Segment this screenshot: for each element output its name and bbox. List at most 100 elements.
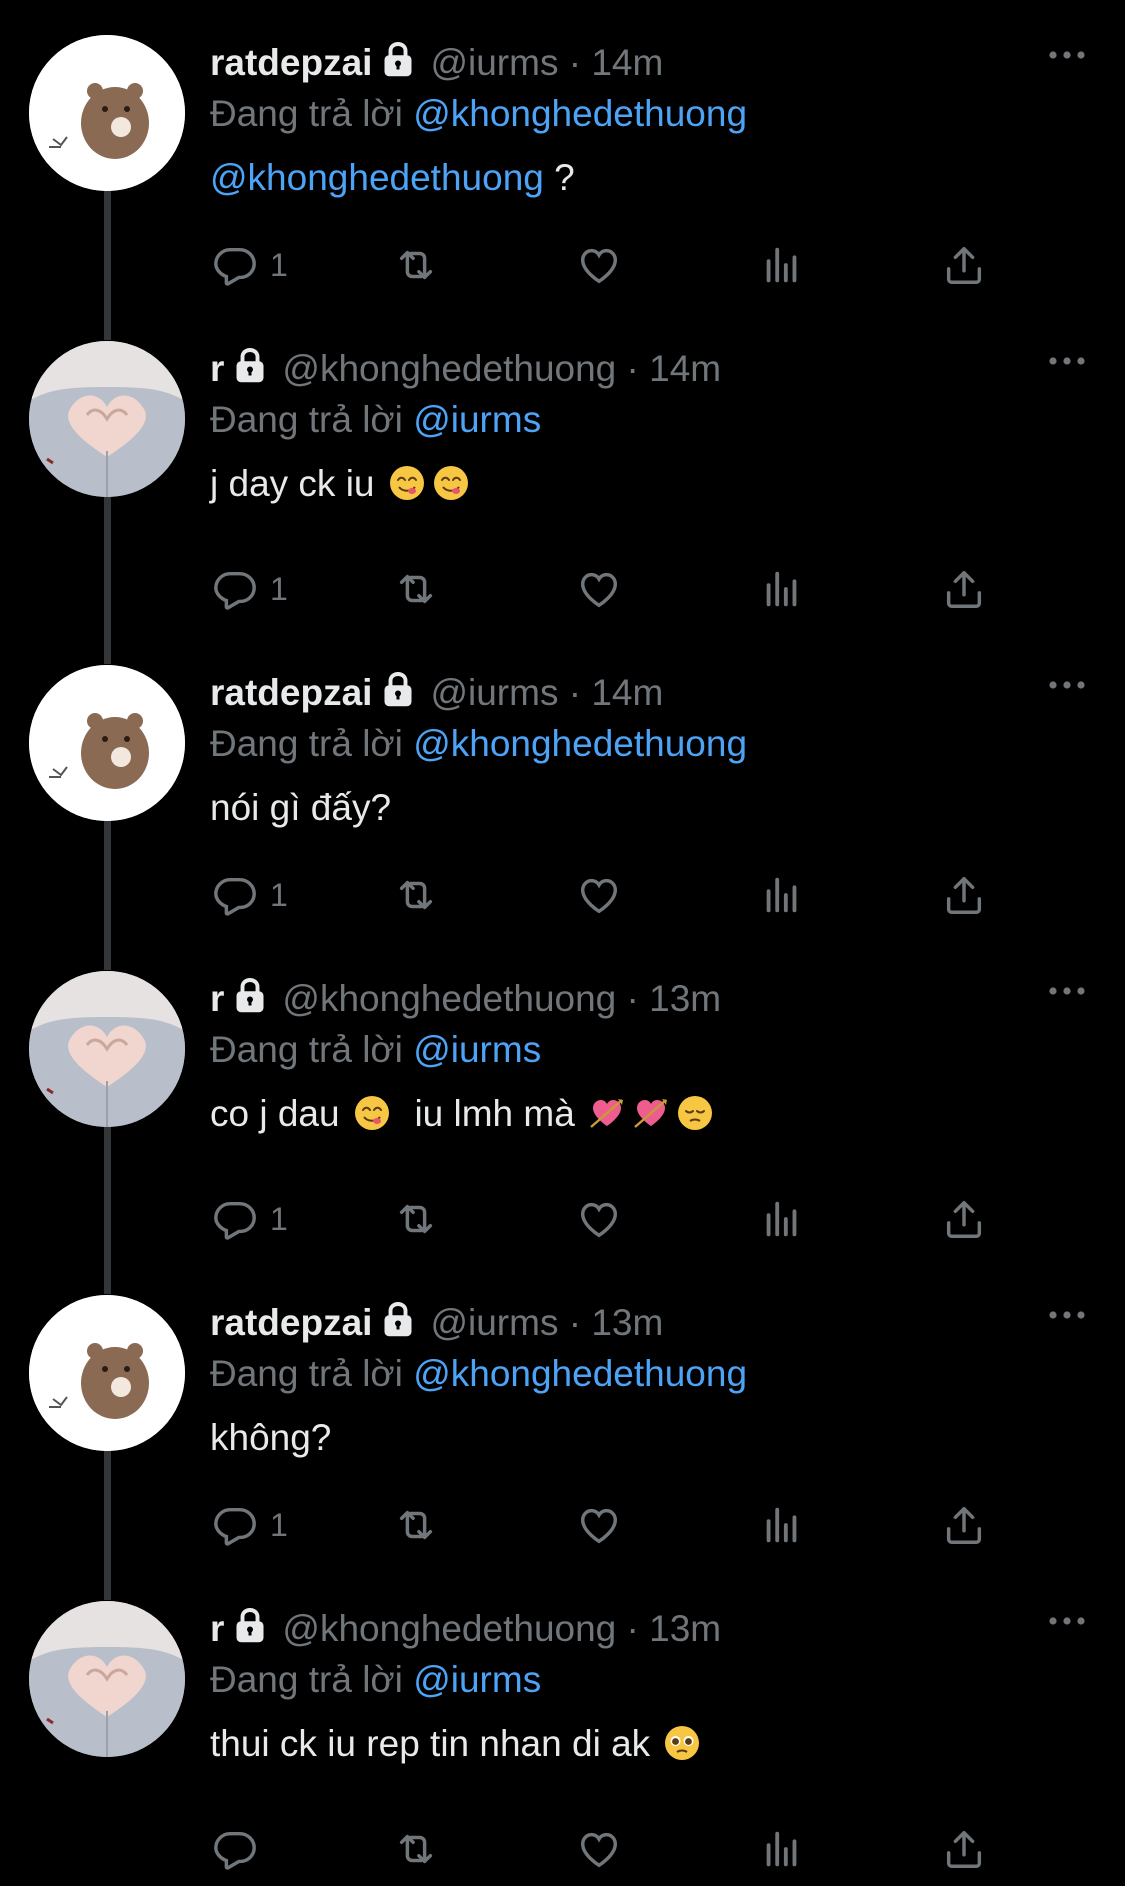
reply-button[interactable] <box>212 1824 270 1874</box>
avatar[interactable] <box>29 665 185 821</box>
like-button[interactable] <box>576 564 622 614</box>
tweet-text: j day ck iu <box>210 461 1065 507</box>
separator-dot: · <box>616 1608 650 1649</box>
tweet-text: không? <box>210 1417 332 1458</box>
display-name[interactable]: r <box>210 978 224 1020</box>
reply-mention-link[interactable]: @iurms <box>413 1029 541 1070</box>
more-options-icon[interactable] <box>1047 351 1087 371</box>
share-button[interactable] <box>941 240 987 290</box>
reply-button[interactable]: 1 <box>212 240 288 290</box>
reply-button[interactable]: 1 <box>212 1500 288 1550</box>
heart-hands-avatar-image <box>29 341 185 497</box>
user-handle[interactable]: @khonghedethuong <box>282 1608 616 1650</box>
lock-icon <box>232 975 268 1015</box>
reply-count: 1 <box>270 876 288 913</box>
tweet-text: @khonghedethuong ? <box>210 155 1065 201</box>
timestamp[interactable]: 13m <box>649 978 721 1020</box>
views-button[interactable] <box>759 1194 805 1244</box>
lock-icon <box>232 345 268 385</box>
more-options-icon[interactable] <box>1047 1611 1087 1631</box>
user-handle[interactable]: @iurms <box>430 42 558 84</box>
timestamp[interactable]: 14m <box>649 348 721 390</box>
timestamp[interactable]: 13m <box>649 1608 721 1650</box>
display-name[interactable]: ratdepzai <box>210 1302 372 1344</box>
reply-mention-link[interactable]: @iurms <box>413 399 541 440</box>
tweet-text: nói gì đấy? <box>210 787 392 828</box>
display-name[interactable]: r <box>210 348 224 390</box>
reply-icon <box>212 242 258 288</box>
avatar[interactable] <box>29 971 185 1127</box>
replying-to-label: Đang trả lời <box>210 399 403 440</box>
reply-count: 1 <box>270 1506 288 1543</box>
user-handle[interactable]: @khonghedethuong <box>282 978 616 1020</box>
retweet-button[interactable] <box>393 564 439 614</box>
share-button[interactable] <box>941 1824 987 1874</box>
like-button[interactable] <box>576 1194 622 1244</box>
share-icon <box>941 1502 987 1548</box>
like-button[interactable] <box>576 1500 622 1550</box>
reply-count: 1 <box>270 570 288 607</box>
reply-mention-link[interactable]: @khonghedethuong <box>413 93 747 134</box>
display-name[interactable]: r <box>210 1608 224 1650</box>
more-options-icon[interactable] <box>1047 45 1087 65</box>
more-options-icon[interactable] <box>1047 981 1087 1001</box>
views-button[interactable] <box>759 870 805 920</box>
heart-hands-avatar-image <box>29 1601 185 1757</box>
stats-icon <box>759 1502 805 1548</box>
share-icon <box>941 242 987 288</box>
reply-mention-link[interactable]: @khonghedethuong <box>413 1353 747 1394</box>
avatar[interactable] <box>29 1601 185 1757</box>
share-button[interactable] <box>941 1194 987 1244</box>
like-button[interactable] <box>576 240 622 290</box>
like-button[interactable] <box>576 870 622 920</box>
heart-arrow-emoji <box>632 1094 670 1132</box>
separator-dot: · <box>558 1302 592 1343</box>
tweet-actions: 1 <box>210 564 1010 614</box>
reply-mention-link[interactable]: @iurms <box>413 1659 541 1700</box>
retweet-button[interactable] <box>393 870 439 920</box>
reply-button[interactable]: 1 <box>212 1194 288 1244</box>
bear-avatar-image <box>29 35 185 191</box>
share-icon <box>941 872 987 918</box>
views-button[interactable] <box>759 1824 805 1874</box>
share-icon <box>941 1196 987 1242</box>
views-button[interactable] <box>759 240 805 290</box>
reply-mention-link[interactable]: @khonghedethuong <box>413 723 747 764</box>
user-handle[interactable]: @iurms <box>430 672 558 714</box>
views-button[interactable] <box>759 564 805 614</box>
retweet-button[interactable] <box>393 1500 439 1550</box>
reply-icon <box>212 1196 258 1242</box>
avatar[interactable] <box>29 35 185 191</box>
share-button[interactable] <box>941 1500 987 1550</box>
like-button[interactable] <box>576 1824 622 1874</box>
reply-button[interactable]: 1 <box>212 564 288 614</box>
views-button[interactable] <box>759 1500 805 1550</box>
more-options-icon[interactable] <box>1047 1305 1087 1325</box>
avatar[interactable] <box>29 1295 185 1451</box>
timestamp[interactable]: 14m <box>591 42 663 84</box>
separator-dot: · <box>616 978 650 1019</box>
reply-icon <box>212 1502 258 1548</box>
timestamp[interactable]: 14m <box>591 672 663 714</box>
thread-connector <box>104 1450 111 1600</box>
user-handle[interactable]: @iurms <box>430 1302 558 1344</box>
timestamp[interactable]: 13m <box>591 1302 663 1344</box>
heart-hands-avatar-image <box>29 971 185 1127</box>
share-button[interactable] <box>941 870 987 920</box>
more-options-icon[interactable] <box>1047 675 1087 695</box>
stats-icon <box>759 872 805 918</box>
user-handle[interactable]: @khonghedethuong <box>282 348 616 390</box>
tweet-text: co j dau iu lmh mà <box>210 1091 1065 1137</box>
retweet-button[interactable] <box>393 240 439 290</box>
share-button[interactable] <box>941 564 987 614</box>
display-name[interactable]: ratdepzai <box>210 42 372 84</box>
share-icon <box>941 1826 987 1872</box>
reply-button[interactable]: 1 <box>212 870 288 920</box>
avatar[interactable] <box>29 341 185 497</box>
lock-icon <box>380 39 416 79</box>
thread-connector <box>104 190 111 340</box>
display-name[interactable]: ratdepzai <box>210 672 372 714</box>
retweet-button[interactable] <box>393 1824 439 1874</box>
retweet-button[interactable] <box>393 1194 439 1244</box>
mention-link[interactable]: @khonghedethuong <box>210 157 544 198</box>
